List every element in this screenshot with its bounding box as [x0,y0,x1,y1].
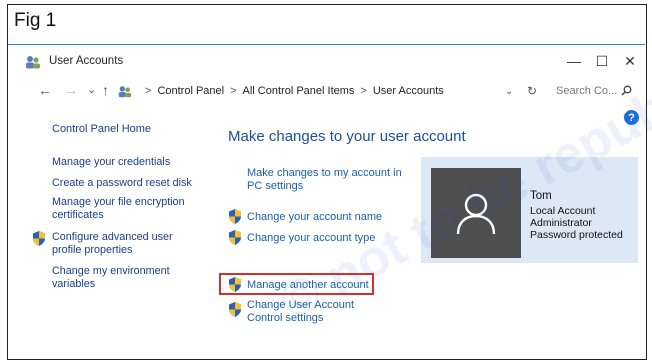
breadcrumb-separator: > [360,85,367,97]
close-button[interactable]: ✕ [616,50,644,72]
address-bar[interactable]: > Control Panel > All Control Panel Item… [117,80,537,102]
address-dropdown-button[interactable]: ⌄ [505,80,513,102]
uac-shield-icon [229,209,241,224]
environment-variables-link[interactable]: Change my environment variables [52,265,192,291]
control-panel-home-link[interactable]: Control Panel Home [52,123,151,135]
change-account-name-link[interactable]: Change your account name [247,211,382,224]
account-type: Local Account [530,205,596,217]
refresh-button[interactable]: ↻ [522,80,542,102]
user-accounts-icon [118,85,132,97]
uac-shield-icon [33,231,45,246]
breadcrumb-all-items[interactable]: All Control Panel Items [243,85,355,97]
uac-shield-icon [229,302,241,317]
password-reset-disk-link[interactable]: Create a password reset disk [52,177,192,190]
figure-divider [8,44,645,45]
uac-shield-icon [229,277,241,292]
page-heading: Make changes to your user account [228,128,466,145]
account-role: Administrator [530,217,592,229]
manage-credentials-link[interactable]: Manage your credentials [52,156,170,169]
account-password-status: Password protected [530,229,623,241]
breadcrumb-separator: > [230,85,237,97]
search-placeholder: Search Co... [556,85,618,97]
recent-locations-button[interactable]: ⌄ [87,83,96,96]
breadcrumb-user-accounts[interactable]: User Accounts [373,85,444,97]
file-encryption-link[interactable]: Manage your file encryption certificates [52,196,202,222]
user-accounts-icon [26,56,40,69]
breadcrumb-separator: > [145,85,152,97]
advanced-profile-link[interactable]: Configure advanced user profile properti… [52,231,192,257]
forward-button[interactable]: → [64,82,78,98]
window-title: User Accounts [49,55,124,67]
figure-label: Fig 1 [14,10,57,31]
pc-settings-link[interactable]: Make changes to my account in PC setting… [247,167,407,193]
up-button[interactable]: ↑ [102,82,109,98]
breadcrumb-control-panel[interactable]: Control Panel [157,85,224,97]
back-button[interactable]: ← [38,82,52,98]
maximize-button[interactable]: ☐ [588,50,616,72]
uac-shield-icon [229,230,241,245]
minimize-button[interactable]: — [560,50,588,72]
